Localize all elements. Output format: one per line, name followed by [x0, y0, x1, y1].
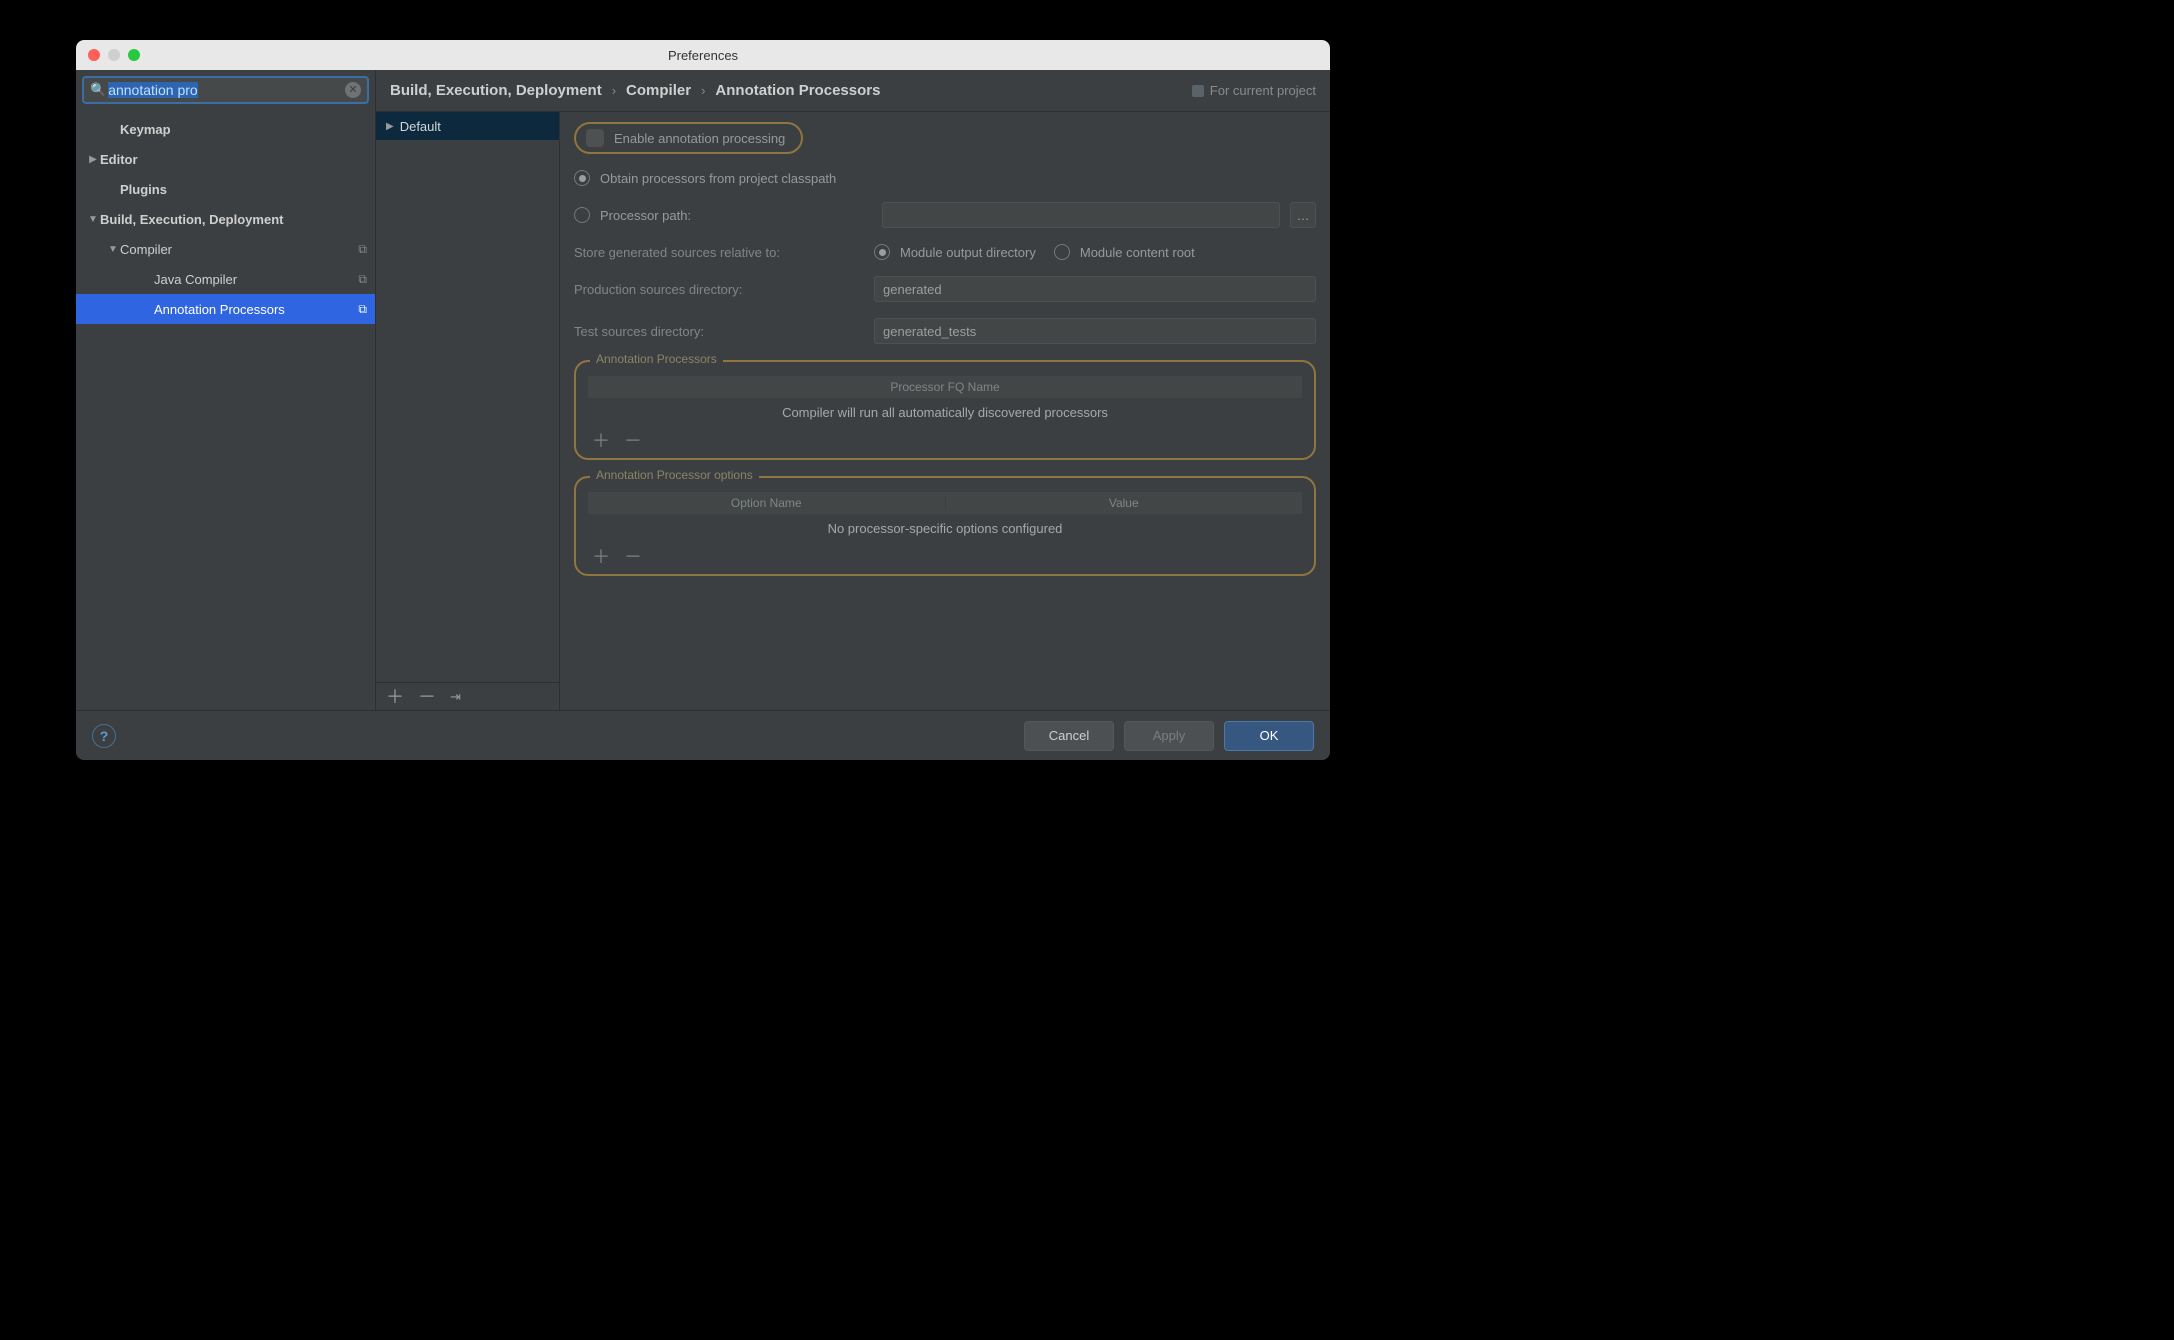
sidebar-item-build-execution-deployment[interactable]: ▼ Build, Execution, Deployment — [76, 204, 375, 234]
crumb-annotation-processors: Annotation Processors — [715, 82, 880, 99]
sidebar-item-java-compiler[interactable]: Java Compiler — [76, 264, 375, 294]
sidebar-item-editor[interactable]: ▶ Editor — [76, 144, 375, 174]
annotation-processors-group: Annotation Processors Processor FQ Name … — [574, 360, 1316, 460]
profile-toolbar: ＋ － ⇥ — [376, 682, 559, 710]
store-relative-label: Store generated sources relative to: — [574, 245, 864, 260]
project-scope-icon — [358, 272, 367, 287]
enable-annotation-label: Enable annotation processing — [614, 131, 785, 146]
profile-label: Default — [400, 119, 441, 134]
chevron-right-icon: ▶ — [386, 121, 394, 132]
remove-processor-icon[interactable]: － — [624, 432, 642, 450]
profile-default[interactable]: ▶ Default — [376, 112, 559, 140]
processor-path-field[interactable] — [882, 202, 1280, 228]
enable-annotation-processing[interactable]: Enable annotation processing — [574, 122, 803, 154]
sidebar-item-label: Java Compiler — [154, 272, 237, 287]
remove-profile-icon[interactable]: － — [418, 688, 436, 706]
module-output-label: Module output directory — [900, 245, 1036, 260]
crumb-bed[interactable]: Build, Execution, Deployment — [390, 82, 602, 99]
option-value-header: Value — [946, 496, 1303, 510]
add-processor-icon[interactable]: ＋ — [592, 432, 610, 450]
crumb-compiler[interactable]: Compiler — [626, 82, 691, 99]
sidebar-item-plugins[interactable]: Plugins — [76, 174, 375, 204]
prod-sources-field[interactable]: generated — [874, 276, 1316, 302]
help-button[interactable]: ? — [92, 724, 116, 748]
sidebar-item-annotation-processors[interactable]: Annotation Processors — [76, 294, 375, 324]
checkbox-icon — [586, 129, 604, 147]
search-input[interactable]: 🔍 ✕ — [82, 76, 369, 104]
project-scope-icon — [1192, 85, 1204, 97]
remove-option-icon[interactable]: － — [624, 548, 642, 566]
radio-obtain-classpath[interactable] — [574, 170, 590, 186]
browse-path-button[interactable]: … — [1290, 202, 1316, 228]
scope-label: For current project — [1192, 83, 1316, 98]
option-name-header: Option Name — [588, 496, 946, 510]
chevron-right-icon: › — [612, 83, 616, 98]
chevron-right-icon: ▶ — [86, 154, 100, 165]
content-pane: Build, Execution, Deployment › Compiler … — [376, 70, 1330, 710]
sidebar-item-label: Plugins — [120, 182, 167, 197]
apply-button[interactable]: Apply — [1124, 721, 1214, 751]
radio-module-output[interactable] — [874, 244, 890, 260]
radio-processor-path[interactable] — [574, 207, 590, 223]
radio-module-content-root[interactable] — [1054, 244, 1070, 260]
chevron-down-icon: ▼ — [86, 214, 100, 225]
processor-table-empty: Compiler will run all automatically disc… — [588, 398, 1302, 426]
group-legend: Annotation Processor options — [590, 468, 759, 482]
fq-name-header: Processor FQ Name — [588, 380, 1302, 394]
settings-panel: Enable annotation processing Obtain proc… — [560, 112, 1330, 710]
add-profile-icon[interactable]: ＋ — [386, 688, 404, 706]
cancel-button[interactable]: Cancel — [1024, 721, 1114, 751]
project-scope-icon — [358, 242, 367, 257]
prod-sources-label: Production sources directory: — [574, 282, 864, 297]
sidebar: 🔍 ✕ Keymap ▶ Editor — [76, 70, 376, 710]
add-option-icon[interactable]: ＋ — [592, 548, 610, 566]
test-sources-field[interactable]: generated_tests — [874, 318, 1316, 344]
sidebar-item-label: Keymap — [120, 122, 171, 137]
footer: ? Cancel Apply OK — [76, 710, 1330, 760]
titlebar: Preferences — [76, 40, 1330, 70]
obtain-label: Obtain processors from project classpath — [600, 171, 836, 186]
ok-button[interactable]: OK — [1224, 721, 1314, 751]
annotation-processor-options-group: Annotation Processor options Option Name… — [574, 476, 1316, 576]
preferences-window: Preferences 🔍 ✕ Keymap — [76, 40, 1330, 760]
move-profile-icon[interactable]: ⇥ — [450, 689, 461, 705]
sidebar-item-label: Annotation Processors — [154, 302, 285, 317]
window-title: Preferences — [76, 48, 1330, 63]
test-sources-label: Test sources directory: — [574, 324, 864, 339]
options-table-header: Option Name Value — [588, 492, 1302, 514]
sidebar-item-label: Compiler — [120, 242, 172, 257]
settings-tree: Keymap ▶ Editor Plugins ▼ Build, Executi… — [76, 110, 375, 324]
processor-path-label: Processor path: — [600, 208, 872, 223]
project-scope-icon — [358, 302, 367, 317]
search-text[interactable] — [108, 82, 345, 98]
group-legend: Annotation Processors — [590, 352, 723, 366]
sidebar-item-label: Editor — [100, 152, 138, 167]
search-icon: 🔍 — [90, 82, 106, 98]
chevron-down-icon: ▼ — [106, 244, 120, 255]
profile-list: ▶ Default ＋ － ⇥ — [376, 112, 560, 710]
module-content-root-label: Module content root — [1080, 245, 1195, 260]
clear-search-icon[interactable]: ✕ — [345, 82, 361, 98]
processor-table-header: Processor FQ Name — [588, 376, 1302, 398]
sidebar-item-keymap[interactable]: Keymap — [76, 114, 375, 144]
options-table-empty: No processor-specific options configured — [588, 514, 1302, 542]
chevron-right-icon: › — [701, 83, 705, 98]
sidebar-item-label: Build, Execution, Deployment — [100, 212, 283, 227]
sidebar-item-compiler[interactable]: ▼ Compiler — [76, 234, 375, 264]
breadcrumb: Build, Execution, Deployment › Compiler … — [376, 70, 1330, 112]
